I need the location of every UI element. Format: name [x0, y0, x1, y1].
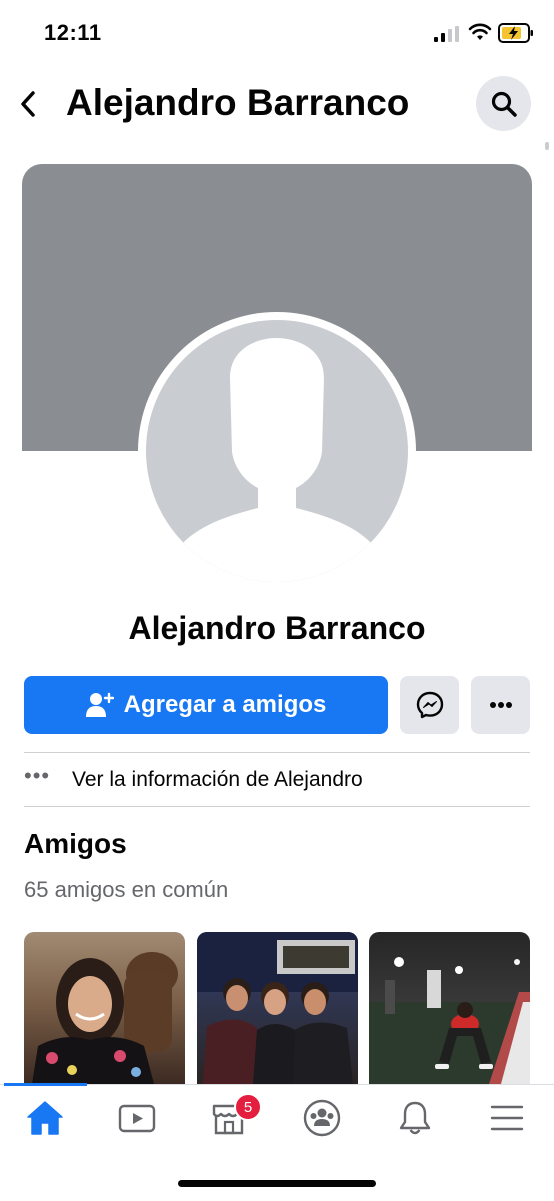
add-friend-label: Agregar a amigos [123, 691, 327, 718]
mutual-friends-count[interactable]: 65 amigos en común [24, 877, 228, 903]
see-about-info-row[interactable]: ••• Ver la información de Alejandro [24, 756, 530, 804]
header-title: Alejandro Barranco [66, 82, 410, 123]
home-indicator[interactable] [178, 1180, 376, 1187]
friend-photo-tile[interactable] [24, 932, 185, 1084]
profile-name: Alejandro Barranco [128, 610, 426, 646]
friend-photo [32, 952, 178, 1084]
chevron-left-icon [21, 91, 35, 117]
more-options-button[interactable] [471, 676, 530, 734]
friend-photo-tile[interactable] [197, 932, 358, 1084]
battery-icon [498, 23, 533, 43]
home-icon [27, 1101, 63, 1135]
groups-icon [303, 1099, 341, 1137]
tab-notifications[interactable] [385, 1092, 445, 1144]
messenger-icon [416, 691, 443, 719]
add-friend-button[interactable]: Agregar a amigos [24, 676, 388, 734]
search-button[interactable] [476, 76, 531, 131]
more-dots-icon [489, 702, 512, 708]
divider [24, 806, 530, 807]
bell-icon [399, 1101, 431, 1135]
tab-groups[interactable] [292, 1092, 352, 1144]
profile-avatar[interactable] [138, 312, 416, 590]
marketplace-badge: 5 [234, 1093, 262, 1121]
signal-icon [434, 26, 459, 42]
messenger-button[interactable] [400, 676, 459, 734]
scrollbar-thumb[interactable] [545, 142, 549, 150]
tab-menu[interactable] [477, 1092, 537, 1144]
divider [24, 752, 530, 753]
see-about-info-label: Ver la información de Alejandro [72, 768, 363, 791]
friend-photo [369, 957, 530, 1084]
friend-photo-tile[interactable] [369, 932, 530, 1084]
friend-photo [197, 932, 358, 1084]
tab-home[interactable] [15, 1092, 75, 1144]
default-avatar-silhouette-icon [160, 338, 394, 582]
search-icon [491, 91, 517, 117]
friends-section-title: Amigos [24, 828, 127, 859]
video-icon [118, 1104, 156, 1133]
add-friend-icon [85, 692, 114, 717]
back-button[interactable] [12, 84, 44, 124]
status-time: 12:11 [44, 20, 102, 45]
dots-icon: ••• [24, 763, 51, 788]
wifi-icon [468, 23, 492, 40]
menu-icon [490, 1105, 524, 1131]
tab-watch[interactable] [107, 1092, 167, 1144]
active-tab-indicator [4, 1083, 87, 1086]
